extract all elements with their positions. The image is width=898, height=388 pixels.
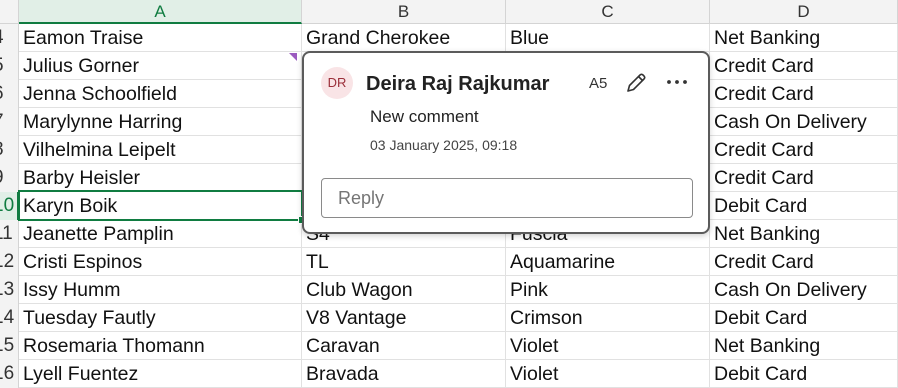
column-header-bar: A B C D: [0, 0, 898, 24]
row-header[interactable]: 10: [0, 192, 19, 220]
cell-d[interactable]: Net Banking: [710, 24, 898, 52]
cell-c[interactable]: Pink: [506, 276, 710, 304]
row-header[interactable]: 8: [0, 136, 19, 164]
row-header[interactable]: 9: [0, 164, 19, 192]
comment-text: New comment: [370, 107, 479, 126]
pencil-icon[interactable]: [624, 71, 648, 95]
cell-a[interactable]: Tuesday Fautly: [19, 304, 302, 332]
reply-input[interactable]: [321, 178, 693, 218]
cell-c[interactable]: Crimson: [506, 304, 710, 332]
cell-a[interactable]: Vilhelmina Leipelt: [19, 136, 302, 164]
cell-b[interactable]: V8 Vantage: [302, 304, 506, 332]
comment-author: Deira Raj Rajkumar: [366, 73, 550, 95]
cell-a[interactable]: Marylynne Harring: [19, 108, 302, 136]
cell-c[interactable]: Aquamarine: [506, 248, 710, 276]
avatar: DR: [321, 67, 353, 99]
table-row: Lyell Fuentez Bravada Violet Debit Card: [19, 360, 898, 388]
comment-timestamp: 03 January 2025, 09:18: [370, 137, 518, 153]
cell-a[interactable]: Julius Gorner: [19, 52, 302, 80]
cell-d[interactable]: Net Banking: [710, 332, 898, 360]
column-header-c[interactable]: C: [506, 0, 710, 24]
cell-b[interactable]: Club Wagon: [302, 276, 506, 304]
cell-d[interactable]: Credit Card: [710, 248, 898, 276]
cell-c[interactable]: Blue: [506, 24, 710, 52]
column-header-b[interactable]: B: [302, 0, 506, 24]
cell-c[interactable]: Violet: [506, 360, 710, 388]
cell-d[interactable]: Credit Card: [710, 80, 898, 108]
active-cell-outline: [18, 190, 303, 221]
table-row: Cristi Espinos TL Aquamarine Credit Card: [19, 248, 898, 276]
table-row: Issy Humm Club Wagon Pink Cash On Delivery: [19, 276, 898, 304]
cell-a[interactable]: Eamon Traise: [19, 24, 302, 52]
cell-b[interactable]: Grand Cherokee: [302, 24, 506, 52]
cell-d[interactable]: Credit Card: [710, 136, 898, 164]
row-header[interactable]: 4: [0, 24, 19, 52]
row-header[interactable]: 15: [0, 332, 19, 360]
cell-a[interactable]: Barby Heisler: [19, 164, 302, 192]
row-header[interactable]: 7: [0, 108, 19, 136]
comment-cell-reference: A5: [589, 75, 608, 92]
cell-b[interactable]: Caravan: [302, 332, 506, 360]
more-options-icon[interactable]: [664, 69, 690, 95]
table-row: Rosemaria Thomann Caravan Violet Net Bankin…: [19, 332, 898, 360]
cell-d[interactable]: Cash On Delivery: [710, 108, 898, 136]
cell-a[interactable]: Jeanette Pamplin: [19, 220, 302, 248]
column-header-d[interactable]: D: [710, 0, 898, 24]
comment-card: DR Deira Raj Rajkumar A5 New comment 03 …: [302, 51, 710, 234]
cell-d[interactable]: Cash On Delivery: [710, 276, 898, 304]
cell-a[interactable]: Issy Humm: [19, 276, 302, 304]
row-header[interactable]: 11: [0, 220, 19, 248]
row-header[interactable]: 5: [0, 52, 19, 80]
cell-d[interactable]: Net Banking: [710, 220, 898, 248]
cell-d[interactable]: Debit Card: [710, 360, 898, 388]
row-header[interactable]: 16: [0, 360, 19, 388]
cell-b[interactable]: Bravada: [302, 360, 506, 388]
cell-a[interactable]: Jenna Schoolfield: [19, 80, 302, 108]
column-header-a[interactable]: A: [19, 0, 302, 24]
cell-a[interactable]: Cristi Espinos: [19, 248, 302, 276]
row-header-corner: [0, 0, 19, 24]
row-header[interactable]: 12: [0, 248, 19, 276]
cell-a[interactable]: Rosemaria Thomann: [19, 332, 302, 360]
cell-d[interactable]: Credit Card: [710, 52, 898, 80]
comment-indicator[interactable]: [289, 53, 297, 61]
row-header[interactable]: 14: [0, 304, 19, 332]
table-row: Eamon Traise Grand Cherokee Blue Net Bankin…: [19, 24, 898, 52]
cell-b[interactable]: TL: [302, 248, 506, 276]
cell-d[interactable]: Debit Card: [710, 304, 898, 332]
cell-a[interactable]: Lyell Fuentez: [19, 360, 302, 388]
cell-d[interactable]: Credit Card: [710, 164, 898, 192]
table-row: Tuesday Fautly V8 Vantage Crimson Debit Car…: [19, 304, 898, 332]
cell-c[interactable]: Violet: [506, 332, 710, 360]
row-header[interactable]: 6: [0, 80, 19, 108]
cell-d[interactable]: Debit Card: [710, 192, 898, 220]
row-header[interactable]: 13: [0, 276, 19, 304]
